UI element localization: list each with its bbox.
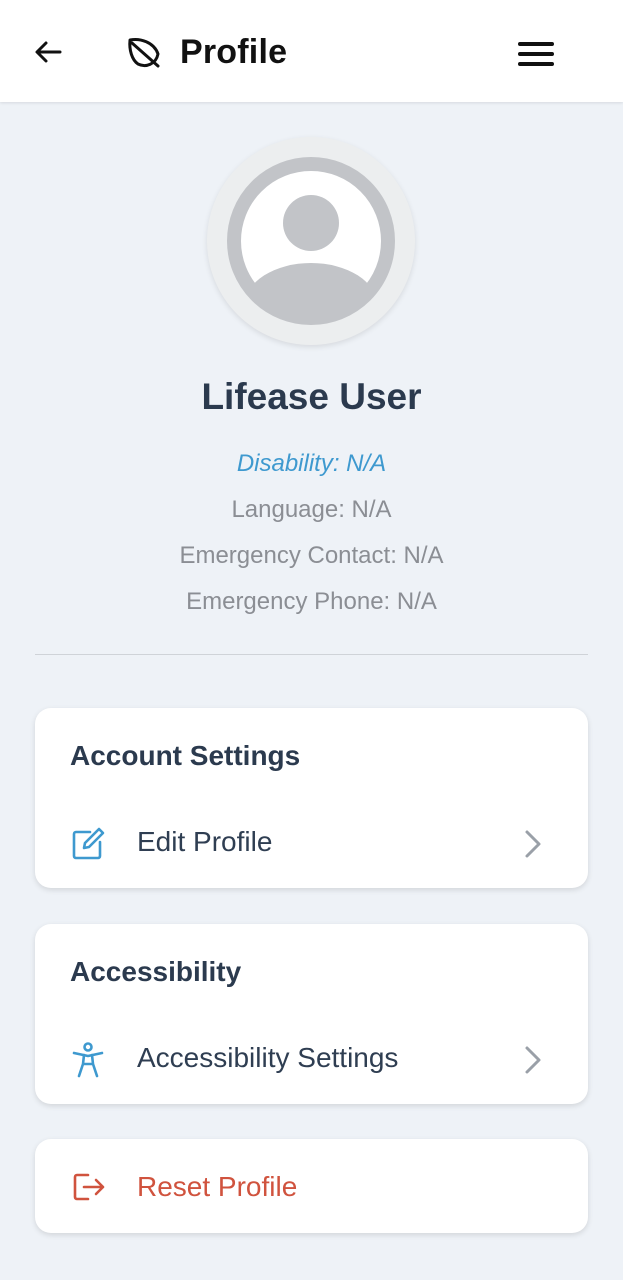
hamburger-menu-icon: [518, 42, 554, 66]
language-info: Language: N/A: [231, 496, 392, 523]
emergency-phone-info: Emergency Phone: N/A: [186, 588, 437, 615]
divider: [35, 654, 588, 655]
chevron-right-icon: [525, 830, 541, 858]
reset-profile-button[interactable]: Reset Profile: [35, 1139, 588, 1233]
accessibility-settings-label: Accessibility Settings: [137, 1042, 399, 1073]
disability-info: Disability: N/A: [236, 450, 387, 477]
logout-icon: [73, 1173, 105, 1201]
accessibility-card: Accessibility Accessibility Settings: [35, 924, 588, 1104]
avatar: [207, 137, 415, 345]
accessibility-settings-item[interactable]: Accessibility Settings: [35, 1024, 588, 1090]
user-avatar-icon: [227, 157, 395, 325]
edit-icon: [72, 827, 105, 860]
edit-profile-label: Edit Profile: [137, 826, 273, 857]
edit-profile-item[interactable]: Edit Profile: [35, 808, 588, 874]
app-header: Profile: [0, 0, 623, 102]
accessibility-title: Accessibility: [70, 956, 242, 987]
reset-profile-label: Reset Profile: [137, 1171, 298, 1202]
page-title: Profile: [180, 33, 288, 71]
chevron-right-icon: [525, 1046, 541, 1074]
emergency-contact-info: Emergency Contact: N/A: [179, 542, 444, 569]
leaf-icon: [128, 38, 160, 68]
menu-button[interactable]: [512, 32, 560, 76]
arrow-left-icon: [35, 41, 62, 63]
accessibility-icon: [72, 1042, 104, 1078]
profile-screen: Profile Lifease User Disability: N/A Lan…: [0, 0, 623, 1280]
user-name: Lifease User: [201, 376, 422, 417]
back-button[interactable]: [28, 32, 68, 72]
account-settings-card: Account Settings Edit Profile: [35, 708, 588, 888]
account-settings-title: Account Settings: [70, 740, 301, 771]
